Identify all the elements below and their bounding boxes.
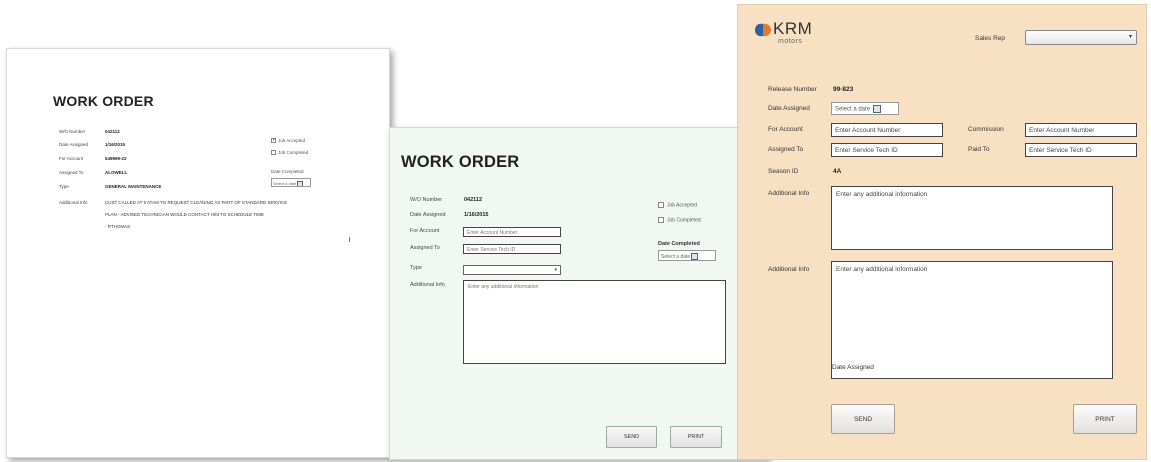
type-label: Type — [59, 184, 69, 189]
additional-info-textarea[interactable]: Enter any additional information — [831, 261, 1113, 379]
date-completed-picker[interactable]: Select a date — [658, 250, 716, 261]
brand-subtitle: motors — [778, 38, 803, 45]
date-assigned-bottom-label: Date Assigned — [832, 364, 874, 371]
date-assigned-value: 1/16/2015 — [105, 142, 126, 147]
date-assigned-label: Date Assigned — [410, 212, 446, 218]
season-id-label: Season ID — [768, 168, 799, 175]
job-completed-checkbox-row[interactable]: Job Completed — [271, 150, 309, 156]
job-accepted-checkbox[interactable] — [271, 137, 276, 144]
scroll-marker — [349, 237, 350, 242]
send-button[interactable]: SEND — [831, 404, 895, 434]
additional-info-label: Additional Info — [410, 282, 445, 288]
field-row-wo-number: W/O Number 042112 — [59, 129, 120, 134]
job-completed-checkbox[interactable] — [271, 150, 276, 156]
job-completed-label: Job Completed — [667, 217, 701, 224]
date-picker-placeholder: Select a date — [661, 253, 691, 260]
type-value: GENERAL MAINTENANCE — [105, 184, 162, 189]
job-accepted-label: Job Accepted — [667, 202, 698, 209]
job-completed-label: Job Completed — [278, 150, 309, 155]
print-button[interactable]: PRINT — [1073, 404, 1137, 434]
for-account-input[interactable]: Enter Account Number — [831, 123, 943, 137]
job-accepted-label: Job Accepted — [278, 138, 306, 143]
calendar-icon[interactable] — [873, 105, 882, 113]
brand-name: KRM — [773, 19, 813, 38]
date-completed-label: Date Completed — [271, 169, 304, 174]
assigned-to-input[interactable]: Enter Service Tech ID — [831, 143, 943, 157]
job-completed-checkbox[interactable] — [658, 217, 664, 223]
calendar-icon[interactable] — [691, 253, 699, 260]
wo-number-label: W/O Number — [410, 197, 443, 203]
field-row-assigned-to: Assigned To ALOWELL — [59, 170, 127, 175]
krm-logo-icon — [755, 23, 771, 37]
wo-number-label: W/O Number — [59, 129, 86, 134]
print-button[interactable]: PRINT — [670, 426, 722, 448]
additional-info-label: Additional Info — [768, 266, 810, 273]
wo-number-value: 042112 — [464, 197, 483, 203]
date-picker-placeholder: Select a date — [273, 181, 297, 187]
field-row-date-assigned: Date Assigned 1/16/2015 — [59, 142, 125, 147]
assigned-to-label: Assigned To — [410, 245, 440, 251]
date-assigned-label: Date Assigned — [768, 105, 810, 112]
additional-info-textarea[interactable]: Enter any additional information — [463, 280, 726, 364]
additional-info-line: CUST CALLED AT 9 ATAM TO REQUEST CLEANIN… — [105, 200, 288, 205]
job-accepted-checkbox[interactable] — [658, 202, 664, 208]
date-assigned-value: 1/16/2015 — [464, 212, 489, 218]
chevron-down-icon: ▾ — [1128, 34, 1132, 40]
work-order-title: WORK ORDER — [53, 93, 154, 109]
work-order-card-printed: WORK ORDER W/O Number 042112 Date Assigne… — [6, 48, 390, 458]
commission-label: Commission — [968, 126, 1004, 133]
field-row-for-account: For Account 549999-22 — [59, 156, 127, 161]
date-completed-picker[interactable]: Select a date — [271, 178, 311, 187]
send-button[interactable]: SEND — [606, 426, 657, 448]
date-assigned-picker[interactable]: Select a date — [831, 102, 899, 115]
assigned-to-label: Assigned To — [768, 146, 804, 153]
job-completed-checkbox-row[interactable]: Job Completed — [658, 217, 701, 223]
season-id-value: 4A — [833, 168, 842, 175]
for-account-label: For Account — [59, 156, 84, 161]
for-account-label: For Account — [410, 228, 440, 234]
release-number-label: Release Number — [768, 86, 817, 93]
job-accepted-checkbox-row[interactable]: Job Accepted — [658, 202, 697, 208]
for-account-input[interactable]: Enter Account Number — [463, 227, 561, 237]
additional-info-line: - RTHOMAS — [105, 224, 131, 229]
paid-to-label: Paid To — [968, 146, 990, 153]
calendar-icon[interactable] — [297, 181, 304, 186]
for-account-value: 549999-22 — [105, 156, 127, 161]
work-order-card-form: WORK ORDER W/O Number 042112 Date Assign… — [389, 127, 770, 460]
assigned-to-label: Assigned To — [59, 170, 84, 175]
field-row-additional-info: Additional Info — [59, 200, 105, 205]
krm-release-card: KRM motors Sales Rep ▾ Release Number 99… — [737, 4, 1147, 460]
sales-rep-select[interactable]: ▾ — [1025, 30, 1137, 45]
date-completed-label: Date Completed — [658, 241, 700, 247]
date-picker-placeholder: Select a date — [835, 106, 871, 113]
field-row-type: Type GENERAL MAINTENANCE — [59, 184, 161, 189]
date-assigned-label: Date Assigned — [59, 142, 89, 147]
assigned-to-input[interactable]: Enter Service Tech ID — [463, 244, 561, 254]
commission-input[interactable]: Enter Account Number — [1025, 123, 1137, 137]
assigned-to-value: ALOWELL — [105, 170, 128, 175]
type-select[interactable]: ▾ — [463, 265, 561, 275]
additional-info-label: Additional Info — [768, 190, 810, 197]
sales-rep-label: Sales Rep — [975, 35, 1005, 42]
work-order-title: WORK ORDER — [401, 153, 520, 171]
paid-to-input[interactable]: Enter Service Tech ID — [1025, 143, 1137, 157]
job-accepted-checkbox-row[interactable]: Job Accepted — [271, 137, 306, 144]
release-number-value: 99-823 — [833, 86, 854, 93]
type-label: Type — [410, 265, 422, 271]
wo-number-value: 042112 — [105, 129, 120, 134]
screenshot-stage: WORK ORDER W/O Number 042112 Date Assigne… — [0, 0, 1151, 462]
additional-info-line: PLAN - ADVISED TECHNICIAN WOULD CONTACT … — [105, 212, 265, 217]
chevron-down-icon: ▾ — [554, 267, 557, 273]
additional-info-textarea[interactable]: Enter any additional information — [831, 186, 1113, 250]
additional-info-label: Additional Info — [59, 200, 88, 205]
for-account-label: For Account — [768, 126, 803, 133]
